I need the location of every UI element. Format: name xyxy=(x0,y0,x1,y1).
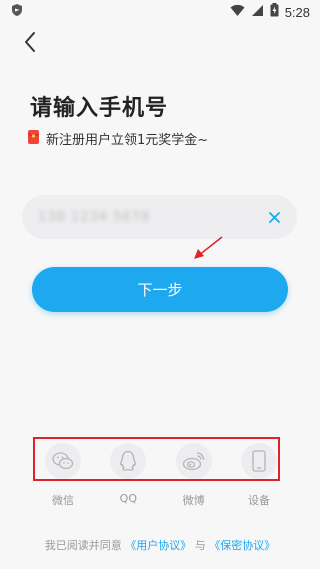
close-icon xyxy=(268,208,280,227)
device-icon xyxy=(240,443,277,479)
shield-app-icon xyxy=(10,3,24,21)
social-login-wechat[interactable]: 微信 xyxy=(40,443,86,513)
social-label: 设备 xyxy=(247,494,270,507)
wechat-icon xyxy=(45,443,81,479)
agreement-text: 我已阅读并同意 《用户协议》 与 《保密协议》 xyxy=(0,537,320,553)
page-title: 请输入手机号 xyxy=(30,96,169,121)
social-login-device[interactable]: 设备 xyxy=(236,443,282,513)
social-label: 微信 xyxy=(52,494,74,507)
status-bar: 5:28 xyxy=(0,0,320,24)
phone-input[interactable]: 138 1234 5678 xyxy=(22,195,297,239)
red-envelope-icon xyxy=(27,129,40,148)
status-time: 5:28 xyxy=(284,4,310,20)
battery-charging-icon xyxy=(270,3,279,21)
promo-banner: 新注册用户立领1元奖学金~ xyxy=(27,129,209,148)
social-login-row: 微信 QQ 微博 设备 xyxy=(40,443,282,513)
privacy-agreement-link[interactable]: 《保密协议》 xyxy=(209,539,275,552)
agreement-conjunction: 与 xyxy=(194,539,206,552)
social-label: QQ xyxy=(119,492,137,505)
clear-input-button[interactable] xyxy=(263,206,285,228)
status-left xyxy=(10,3,24,21)
agreement-prefix: 我已阅读并同意 xyxy=(44,539,122,552)
promo-text: 新注册用户立领1元奖学金~ xyxy=(46,133,209,148)
status-right: 5:28 xyxy=(230,3,310,21)
weibo-icon xyxy=(175,443,212,479)
user-agreement-link[interactable]: 《用户协议》 xyxy=(125,539,191,552)
back-button[interactable] xyxy=(16,30,44,58)
social-login-qq[interactable]: QQ xyxy=(105,443,151,513)
chevron-left-icon xyxy=(23,31,37,57)
wifi-icon xyxy=(230,4,245,21)
signal-icon xyxy=(251,4,264,21)
social-label: 微博 xyxy=(182,494,205,507)
next-step-button[interactable]: 下一步 xyxy=(32,267,288,312)
social-login-weibo[interactable]: 微博 xyxy=(171,443,217,513)
qq-icon xyxy=(110,443,147,479)
annotation-arrow-icon xyxy=(190,234,230,268)
phone-input-value[interactable]: 138 1234 5678 xyxy=(38,210,263,225)
